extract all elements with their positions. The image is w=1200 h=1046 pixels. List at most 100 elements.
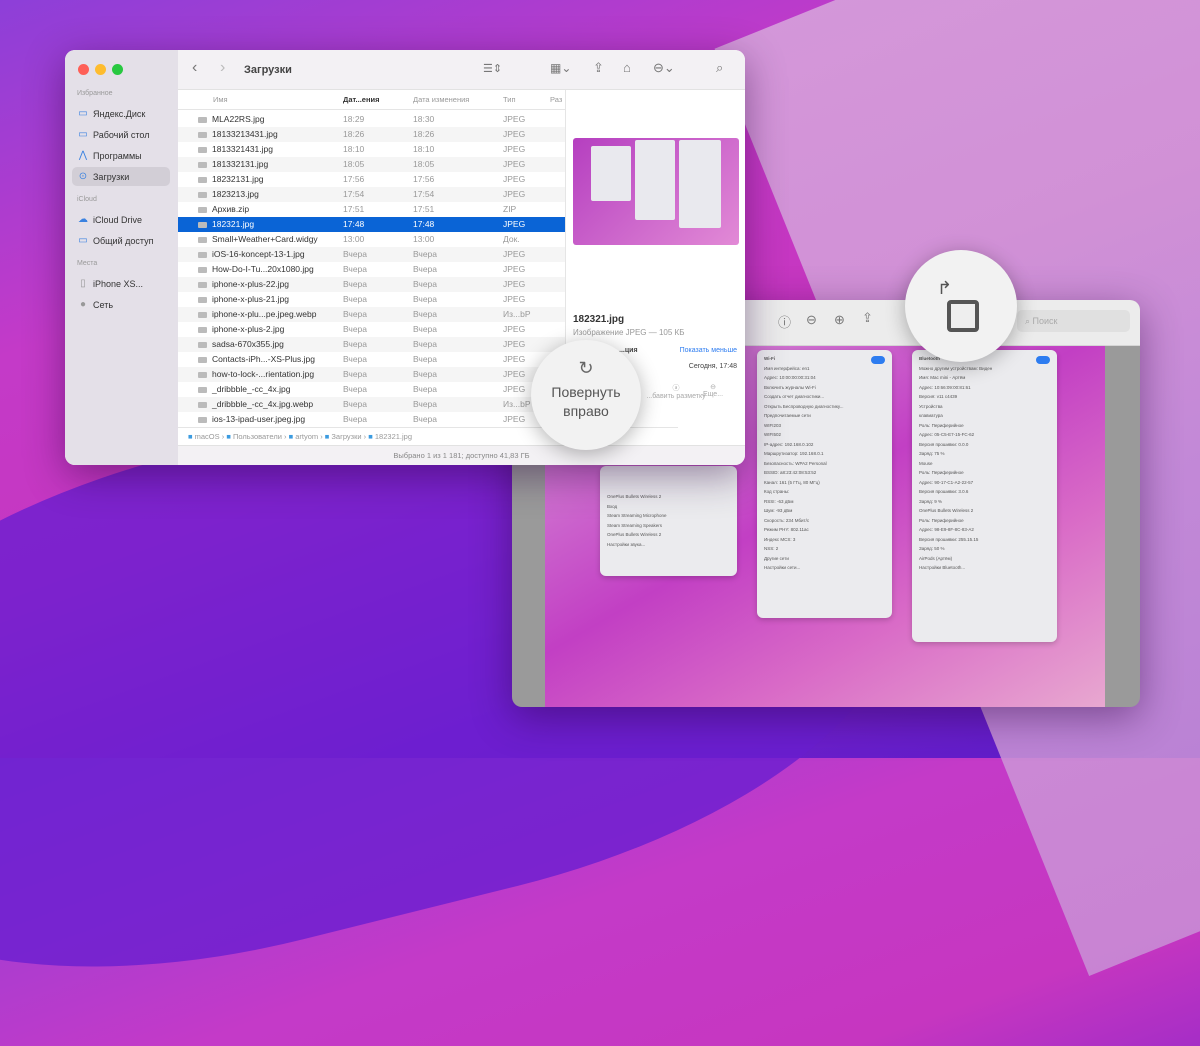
file-row[interactable]: sadsa-670x355.jpg Вчера Вчера JPEG bbox=[178, 337, 565, 352]
file-icon bbox=[198, 236, 207, 243]
share-icon[interactable]: ⇪ bbox=[593, 60, 604, 76]
column-name[interactable]: Имя bbox=[213, 90, 228, 110]
menu-line: Имя интерфейса: en1 bbox=[764, 365, 810, 371]
sidebar-item[interactable]: ⊙ Загрузки bbox=[72, 167, 170, 186]
file-row[interactable]: 18133213431.jpg 18:26 18:26 JPEG bbox=[178, 127, 565, 142]
file-icon bbox=[198, 356, 207, 363]
date-modified: Вчера bbox=[413, 294, 437, 304]
forward-button[interactable]: › bbox=[220, 59, 225, 77]
menu-line: Скорость: 234 Мбит/с bbox=[764, 517, 810, 523]
date-added: Вчера bbox=[343, 414, 367, 424]
bluetooth-menu-panel: Bluetooth Можно другим устройствам: Виден… bbox=[912, 350, 1057, 642]
image-thumbnail bbox=[573, 138, 739, 245]
tag-icon[interactable]: ⌂ bbox=[623, 60, 631, 75]
sidebar-item[interactable]: ☁ iCloud Drive bbox=[72, 210, 170, 229]
menu-line: клавиатура bbox=[919, 413, 943, 418]
back-button[interactable]: ‹ bbox=[192, 59, 197, 77]
file-name: Small+Weather+Card.widgy bbox=[212, 234, 318, 244]
menu-line: Индекс MCS: 3 bbox=[764, 536, 796, 542]
group-button[interactable]: ▦⌄ bbox=[550, 61, 571, 75]
file-row[interactable]: _dribbble_-cc_4x.jpg.webp Вчера Вчера Из… bbox=[178, 397, 565, 412]
sidebar-item-label: iPhone XS... bbox=[93, 278, 144, 289]
view-options-button[interactable]: ☰⇕ bbox=[483, 62, 502, 75]
date-modified: Вчера bbox=[413, 324, 437, 334]
menu-line: Версия прошивки: 0.0.0 bbox=[919, 441, 969, 447]
column-type[interactable]: Тип bbox=[503, 90, 516, 110]
file-row[interactable]: 1823213.jpg 17:54 17:54 JPEG bbox=[178, 187, 565, 202]
folder-icon: ■ bbox=[188, 432, 193, 441]
menu-line: RSSI: -63 дБм bbox=[764, 498, 794, 504]
sidebar-item[interactable]: ▭ Общий доступ bbox=[72, 231, 170, 250]
column-date-modified[interactable]: Дата изменения bbox=[413, 90, 469, 110]
date-added: 18:10 bbox=[343, 144, 365, 154]
more-actions-icon[interactable]: ⊖⌄ bbox=[653, 60, 675, 76]
file-type: JPEG bbox=[503, 114, 526, 124]
date-modified: Вчера bbox=[413, 309, 437, 319]
path-segment[interactable]: ■ artyom bbox=[289, 432, 319, 441]
zoom-in-icon[interactable]: ⊕ bbox=[834, 312, 845, 328]
file-row[interactable]: iphone-x-plu...pe.jpeg.webp Вчера Вчера … bbox=[178, 307, 565, 322]
path-label: Пользователи bbox=[232, 432, 282, 441]
file-type: JPEG bbox=[503, 354, 526, 364]
zoom-out-icon[interactable]: ⊖ bbox=[806, 312, 817, 328]
file-row[interactable]: How-Do-I-Tu...20x1080.jpg Вчера Вчера JP… bbox=[178, 262, 565, 277]
minimize-button[interactable] bbox=[95, 64, 106, 75]
file-row[interactable]: MLA22RS.jpg 18:29 18:30 JPEG bbox=[178, 112, 565, 127]
info-icon[interactable]: ⓘ bbox=[778, 312, 791, 331]
file-row[interactable]: iOS-16-koncept-13-1.jpg Вчера Вчера JPEG bbox=[178, 247, 565, 262]
sidebar-item-label: Общий доступ bbox=[93, 235, 154, 246]
column-date-added[interactable]: Дат...ения bbox=[343, 90, 379, 110]
zoom-button[interactable] bbox=[112, 64, 123, 75]
file-row[interactable]: 182321.jpg 17:48 17:48 JPEG bbox=[178, 217, 565, 232]
file-icon bbox=[198, 386, 207, 393]
file-row[interactable]: 1813321431.jpg 18:10 18:10 JPEG bbox=[178, 142, 565, 157]
file-row[interactable]: iphone-x-plus-2.jpg Вчера Вчера JPEG bbox=[178, 322, 565, 337]
sidebar-item[interactable]: ▭ Рабочий стол bbox=[72, 125, 170, 144]
date-modified: Вчера bbox=[413, 414, 437, 424]
date-modified: Вчера bbox=[413, 279, 437, 289]
menu-line: Mouse bbox=[919, 460, 933, 466]
more-button[interactable]: ⊖ Еще... bbox=[698, 383, 728, 398]
sidebar-item[interactable]: ▯ iPhone XS... bbox=[72, 274, 170, 293]
file-row[interactable]: iphone-x-plus-21.jpg Вчера Вчера JPEG bbox=[178, 292, 565, 307]
file-row[interactable]: how-to-lock-...rientation.jpg Вчера Вчер… bbox=[178, 367, 565, 382]
search-icon[interactable]: ⌕ bbox=[716, 60, 723, 76]
sidebar-item[interactable]: ● Сеть bbox=[72, 295, 170, 314]
sidebar-item[interactable]: ▭ Яндекс.Диск bbox=[72, 104, 170, 123]
menu-line: Заряд: 50 % bbox=[919, 546, 945, 551]
file-row[interactable]: _dribbble_-cc_4x.jpg Вчера Вчера JPEG bbox=[178, 382, 565, 397]
menu-line: AirPods (Артём) bbox=[919, 555, 953, 561]
path-segment[interactable]: ■ Загрузки bbox=[325, 432, 362, 441]
close-button[interactable] bbox=[78, 64, 89, 75]
file-type: JPEG bbox=[503, 339, 526, 349]
file-row[interactable]: Архив.zip 17:51 17:51 ZIP bbox=[178, 202, 565, 217]
date-added: 13:00 bbox=[343, 234, 365, 244]
file-icon bbox=[198, 311, 207, 318]
file-row[interactable]: Small+Weather+Card.widgy 13:00 13:00 Док… bbox=[178, 232, 565, 247]
file-row[interactable]: 181332131.jpg 18:05 18:05 JPEG bbox=[178, 157, 565, 172]
file-row[interactable]: 18232131.jpg 17:56 17:56 JPEG bbox=[178, 172, 565, 187]
path-segment[interactable]: ■ 182321.jpg bbox=[368, 432, 412, 441]
menu-line: Адрес: 10:00:00:00:31:04 bbox=[764, 375, 816, 380]
sidebar: Избранное ▭ Яндекс.Диск ▭ Рабочий стол ⋀ Прогр… bbox=[65, 50, 178, 465]
file-name: iphone-x-plus-2.jpg bbox=[212, 324, 285, 334]
markup-button[interactable]: ⓐ ...бавить разметку bbox=[646, 383, 706, 400]
sidebar-item[interactable]: ⋀ Программы bbox=[72, 146, 170, 165]
file-row[interactable]: Contacts-iPh...-XS-Plus.jpg Вчера Вчера … bbox=[178, 352, 565, 367]
search-input[interactable]: ⌕ Поиск bbox=[1017, 310, 1130, 332]
menu-line: Адрес: 05-C5-E7-15-FC-62 bbox=[919, 432, 975, 437]
menu-line: Канал: 161 (5 ГГц, 80 МГц) bbox=[764, 479, 820, 485]
path-label: Загрузки bbox=[331, 432, 362, 441]
share-icon[interactable]: ⇪ bbox=[862, 310, 873, 326]
path-segment[interactable]: ■ Пользователи bbox=[226, 432, 282, 441]
rotate-right-button[interactable]: Повернуть вправо bbox=[531, 383, 641, 421]
show-less-link[interactable]: Показать меньше bbox=[680, 347, 737, 354]
column-header: Имя Дат...ения Дата изменения Тип Раз bbox=[178, 90, 565, 110]
column-size[interactable]: Раз bbox=[550, 90, 562, 110]
menu-line: Настройки Bluetooth... bbox=[919, 565, 966, 570]
rotate-right-icon[interactable]: ↱ bbox=[937, 278, 952, 299]
file-row[interactable]: ios-13-ipad-user.jpeg.jpg Вчера Вчера JP… bbox=[178, 412, 565, 427]
menu-line: Steam Streaming Speakers bbox=[607, 522, 663, 528]
file-row[interactable]: iphone-x-plus-22.jpg Вчера Вчера JPEG bbox=[178, 277, 565, 292]
path-segment[interactable]: ■ macOS bbox=[188, 432, 220, 441]
